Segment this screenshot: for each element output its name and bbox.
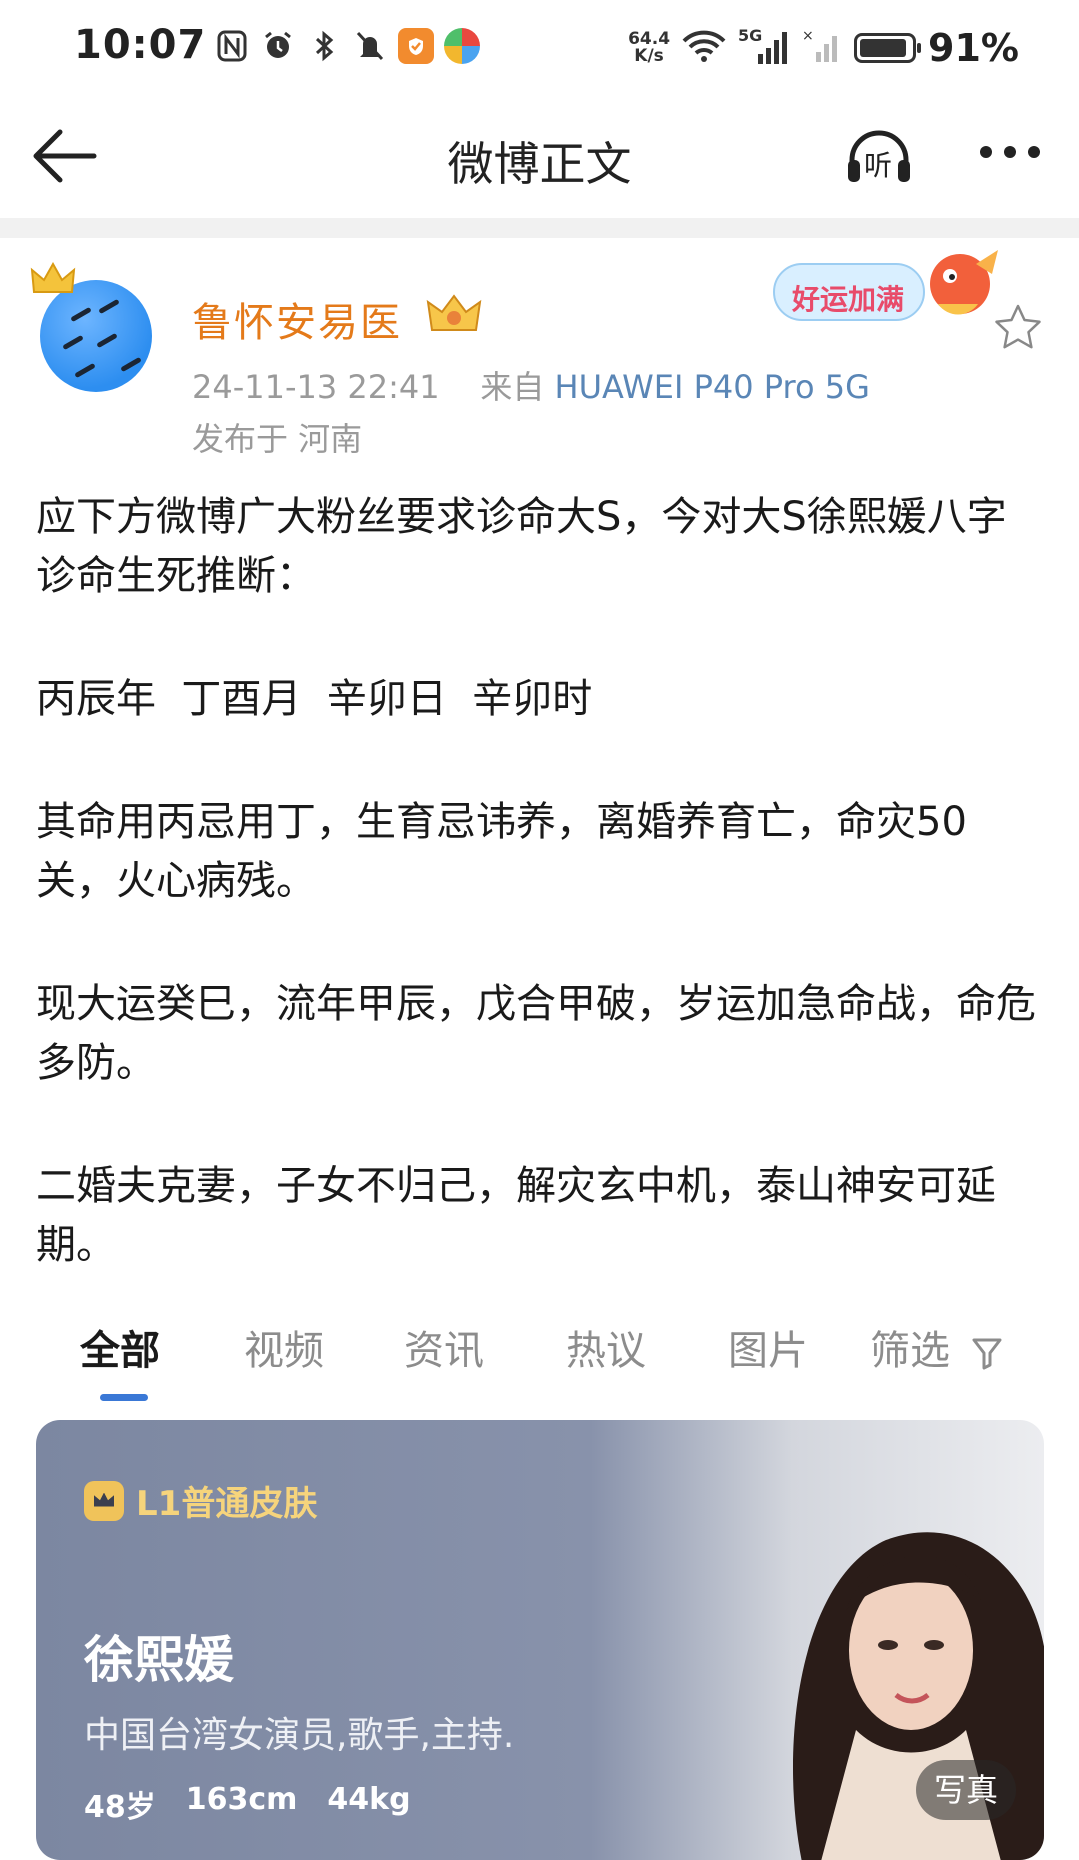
status-system-icons: 64.4 K/s 5G × 91% [628,26,1019,70]
skin-level: L1普通皮肤 [84,1476,317,1525]
battery-icon [854,33,922,63]
post-device[interactable]: HUAWEI P40 Pro 5G [555,368,870,406]
post-meta: 24-11-13 22:41 来自 HUAWEI P40 Pro 5G [192,362,870,408]
nfc-icon [214,28,250,64]
filter-icon [972,1338,1002,1370]
tab-filter[interactable]: 筛选 [870,1318,1003,1376]
post-timestamp: 24-11-13 22:41 [192,368,440,406]
signal-no-sim-icon: × [802,28,842,68]
tab-filter-label: 筛选 [870,1328,950,1374]
top-nav-bar: 微博正文 听 [0,96,1079,218]
tab-images[interactable]: 图片 [728,1318,808,1376]
tab-video[interactable]: 视频 [244,1318,324,1376]
post-paragraph: 应下方微博广大粉丝要求诊命大S，今对大S徐熙媛八字诊命生死推断： [36,494,1007,599]
photo-tag[interactable]: 写真 [916,1760,1016,1820]
alarm-icon [260,28,296,64]
svg-text:×: × [802,28,814,44]
page-title: 微博正文 [447,137,632,191]
author-name[interactable]: 鲁怀安易医 [192,290,402,348]
stat-height: 163cm [185,1782,298,1817]
app-notification-icon [398,28,434,64]
network-speed-unit: K/s [634,46,664,66]
good-luck-badge[interactable]: 好运加满 [770,244,1010,340]
wifi-icon [682,29,726,67]
crown-level-icon [84,1480,124,1521]
post-location: 发布于 河南 [192,420,363,458]
network-speed: 64.4 K/s [628,31,670,65]
avatar[interactable] [40,280,152,392]
stat-weight: 44kg [327,1782,411,1817]
tab-news[interactable]: 资讯 [404,1318,484,1376]
post-content: 应下方微博广大粉丝要求诊命大S，今对大S徐熙媛八字诊命生死推断： 丙辰年 丁酉月… [36,488,1046,1339]
app-colorful-icon [444,28,480,64]
active-tab-indicator [100,1394,148,1401]
listen-label: 听 [864,149,893,182]
content-tabs: 全部 视频 资讯 热议 图片 筛选 [0,1318,1079,1408]
post-paragraph: 其命用丙忌用丁，生育忌讳养，离婚养育亡，命灾50关，火心病残。 [36,799,967,904]
listen-button[interactable]: 听 [842,126,916,186]
status-time: 10:07 [74,22,207,68]
crown-icon [30,261,76,296]
post-paragraph: 二婚夫克妻，子女不归己，解灾玄中机，泰山神安可延期。 [36,1163,996,1268]
more-icon[interactable] [980,146,1050,166]
section-divider [0,218,1079,238]
mute-bell-icon [352,28,388,64]
status-bar: 10:07 64.4 K/s 5G × 91% [0,0,1079,96]
skin-level-label: L1普通皮肤 [136,1484,318,1524]
vip-badge-icon[interactable] [424,292,484,336]
post-source-prefix: 来自 [480,368,545,406]
post-paragraph: 现大运癸巳，流年甲辰，戊合甲破，岁运加急命战，命危多防。 [36,981,1036,1086]
good-luck-text: 好运加满 [792,283,905,316]
battery-percent: 91% [928,26,1019,70]
tab-hot-discussion[interactable]: 热议 [566,1318,646,1376]
status-notification-icons [214,28,480,64]
stat-age: 48岁 [84,1790,156,1825]
celebrity-profile-card[interactable]: L1普通皮肤 徐熙媛 中国台湾女演员,歌手,主持. 48岁 163cm 44kg… [36,1420,1044,1860]
celebrity-name: 徐熙媛 [84,1631,234,1689]
post-paragraph: 丙辰年 丁酉月 辛卯日 辛卯时 [36,676,593,722]
star-icon[interactable] [992,302,1044,354]
celebrity-stats: 48岁 163cm 44kg [84,1782,411,1826]
bluetooth-icon [306,28,342,64]
tab-all[interactable]: 全部 [80,1318,160,1376]
celebrity-description: 中国台湾女演员,歌手,主持. [84,1715,515,1756]
signal-5g-icon: 5G [738,26,790,66]
